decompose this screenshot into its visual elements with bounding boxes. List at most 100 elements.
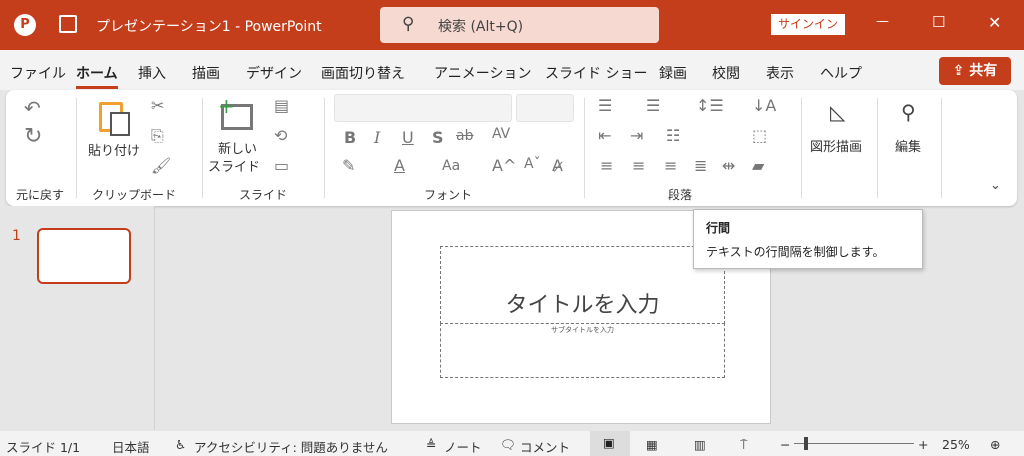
close-button[interactable]: ✕ [988,13,1001,32]
tab-home[interactable]: ホーム [76,63,118,83]
new-slide-label-1[interactable]: 新しい [218,138,257,157]
tab-transitions[interactable]: 画面切り替え [321,63,405,83]
zoom-level[interactable]: 25% [942,437,970,452]
slideshow-icon[interactable]: ⍑ [740,437,748,453]
language[interactable]: 日本語 [112,437,150,456]
zoom-slider-thumb[interactable] [804,437,808,450]
accessibility-icon: ♿ [175,437,187,452]
search-icon[interactable]: ⚲ [901,100,916,124]
align-text-icon[interactable]: ⬚ [752,126,767,145]
smartart-icon[interactable]: ▰ [752,156,764,175]
signin-button[interactable]: サインイン [771,14,845,35]
font-color-icon[interactable]: A [394,156,405,175]
redo-icon[interactable]: ↻ [24,124,42,149]
editing-button[interactable]: 編集 [895,136,921,155]
highlight-icon[interactable]: ✎ [342,156,355,175]
increase-indent-icon[interactable]: ⇥ [630,126,643,145]
search-box[interactable]: ⚲ 検索 (Alt+Q) [380,7,659,43]
ribbon-tabs: ファイル ホーム 挿入 描画 デザイン 画面切り替え アニメーション スライド … [0,50,1024,90]
tab-review[interactable]: 校閲 [712,63,740,83]
minimize-button[interactable]: — [876,14,889,29]
slide-sorter-icon[interactable]: ▦ [646,437,658,452]
line-spacing-icon[interactable]: ↕☰ [696,96,724,115]
slide-counter: スライド 1/1 [6,440,81,455]
font-name-dropdown[interactable] [334,94,512,122]
drawing-button[interactable]: 図形描画 [810,136,862,155]
tab-file[interactable]: ファイル [10,63,66,83]
tooltip-title: 行間 [706,221,731,235]
zoom-in-button[interactable]: + [918,437,928,452]
search-placeholder: 検索 (Alt+Q) [438,19,524,35]
text-direction-icon[interactable]: ↓A [752,96,776,115]
tab-slideshow[interactable]: スライド ショー [545,63,647,83]
tab-view[interactable]: 表示 [766,63,794,83]
subtitle-placeholder[interactable]: サブタイトルを入力 [440,323,725,378]
save-icon[interactable] [59,15,77,33]
grow-font-button[interactable]: A^ [492,156,516,175]
slide-thumbnail[interactable] [37,228,131,284]
title-placeholder-text: タイトルを入力 [505,293,660,318]
undo-group-label: 元に戻す [16,188,65,202]
cut-icon[interactable]: ✂ [151,96,164,115]
zoom-out-button[interactable]: − [780,437,790,452]
notes-icon: ≜ [426,437,437,452]
character-spacing-button[interactable]: AV [492,126,510,142]
justify-icon[interactable]: ≣ [694,156,707,175]
tab-record[interactable]: 録画 [659,63,687,83]
decrease-indent-icon[interactable]: ⇤ [598,126,611,145]
reset-icon[interactable]: ⟲ [274,126,287,145]
distributed-icon[interactable]: ⇹ [722,156,735,175]
notes-button[interactable]: ノート [444,437,482,456]
tab-design[interactable]: デザイン [246,63,302,83]
zoom-slider[interactable] [794,443,914,444]
clear-formatting-icon[interactable]: A̷ [552,156,563,175]
align-left-icon[interactable]: ≡ [600,156,613,175]
columns-icon[interactable]: ☷ [666,126,680,145]
copy-icon[interactable]: ⎘ [151,126,164,146]
numbering-icon[interactable]: ☰ [646,96,660,115]
align-center-icon[interactable]: ≡ [632,156,645,175]
tooltip: 行間 テキストの行間隔を制御します。 [693,209,923,269]
tab-draw[interactable]: 描画 [192,63,220,83]
clipboard-group-label: クリップボード [92,188,177,202]
section-icon[interactable]: ▭ [274,156,289,175]
ribbon: ↶ ↻ 元に戻す 貼り付け ✂ ⎘ 🖌 クリップボード + 新しい スライド ▤… [6,90,1017,206]
shapes-icon[interactable]: ◺ [830,100,845,124]
align-right-icon[interactable]: ≡ [664,156,677,175]
reading-view-icon[interactable]: ▥ [694,437,706,452]
accessibility-status[interactable]: アクセシビリティ: 問題ありません [194,437,388,456]
tab-animations[interactable]: アニメーション [434,63,531,83]
fit-to-window-icon[interactable]: ⊕ [990,437,1000,452]
italic-button[interactable]: I [374,128,380,147]
status-bar: スライド 1/1 日本語 ♿ アクセシビリティ: 問題ありません ≜ ノート 🗨… [0,431,1024,456]
new-slide-label-2[interactable]: スライド [208,156,260,175]
bullets-icon[interactable]: ☰ [598,96,612,115]
paragraph-group-label: 段落 [668,188,693,202]
normal-view-button[interactable]: ▣ [590,431,630,456]
strikethrough-button[interactable]: ab [456,128,473,144]
slides-group-label: スライド [239,188,288,202]
subtitle-placeholder-text: サブタイトルを入力 [551,326,614,334]
collapse-ribbon-icon[interactable]: ⌄ [990,178,1001,193]
plus-icon: + [218,94,235,118]
comments-icon: 🗨 [500,437,516,452]
shrink-font-button[interactable]: Aˇ [524,156,541,172]
paste-button[interactable]: 貼り付け [88,140,140,159]
bold-button[interactable]: B [344,128,356,147]
format-painter-icon[interactable]: 🖌 [151,156,171,175]
undo-icon[interactable]: ↶ [24,96,41,120]
title-placeholder[interactable]: タイトルを入力 [440,246,725,324]
comments-button[interactable]: コメント [520,437,570,456]
tab-help[interactable]: ヘルプ [820,63,862,83]
underline-button[interactable]: U [402,128,414,147]
shadow-button[interactable]: S [432,128,444,147]
slide-thumbnail-pane: 1 [0,206,155,430]
change-case-button[interactable]: Aa [442,158,460,174]
font-size-dropdown[interactable] [516,94,574,122]
document-title: プレゼンテーション1 - PowerPoint [96,19,322,35]
share-button[interactable]: ⇪ 共有 [939,57,1011,85]
tab-insert[interactable]: 挿入 [138,63,166,83]
layout-icon[interactable]: ▤ [274,96,289,115]
maximize-button[interactable]: ☐ [932,13,945,31]
share-label: 共有 [969,63,998,79]
